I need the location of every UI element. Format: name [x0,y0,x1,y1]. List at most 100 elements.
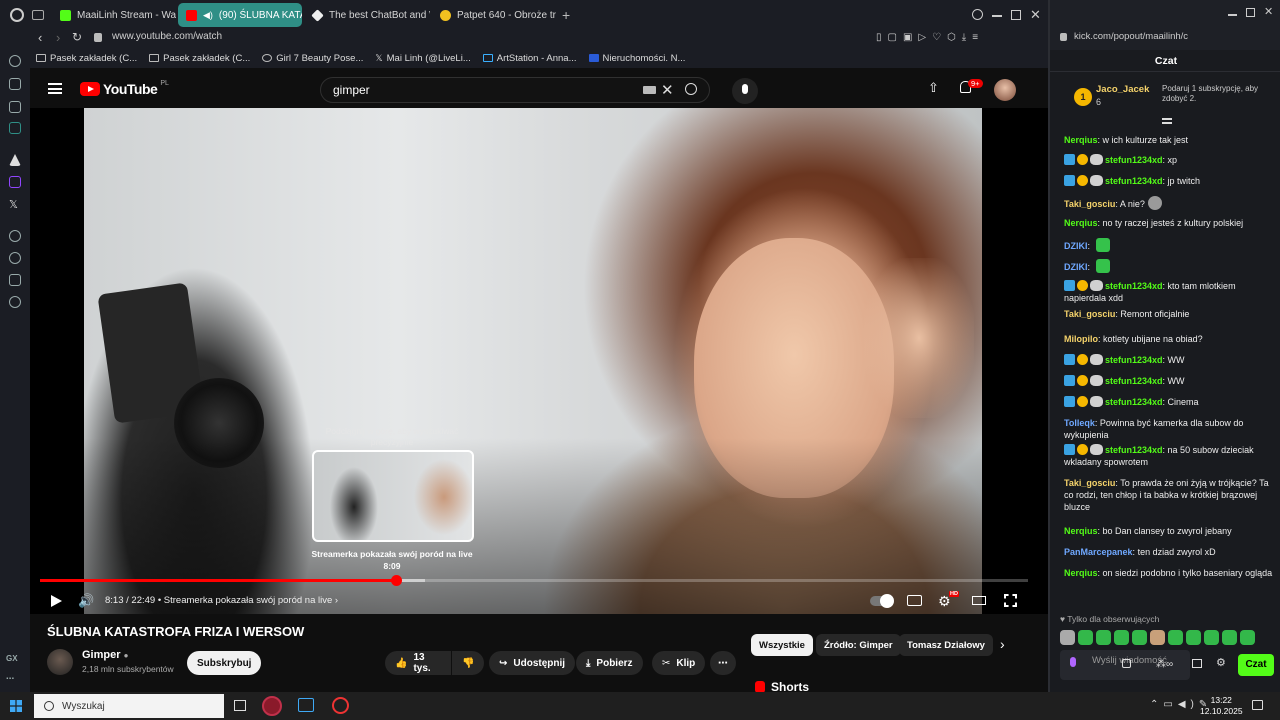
more-actions-button[interactable]: ⋯ [710,651,736,675]
search-button-icon[interactable] [685,83,697,95]
emote-9-icon[interactable] [1204,630,1219,645]
player-icon[interactable] [9,230,21,242]
chat-username[interactable]: stefun1234xd [1105,376,1163,386]
kick-url[interactable]: kick.com/popout/maailinh/c [1074,31,1188,42]
chip-tomasz[interactable]: Tomasz Działowy [899,634,993,656]
tab-chatbot[interactable]: The best ChatBot and W [304,3,430,27]
chapter-title[interactable]: Streamerka pokazała swój poród na live [164,595,332,606]
account-avatar[interactable] [994,79,1016,101]
chat-username[interactable]: DZIKI [1064,262,1088,272]
minimize-button[interactable] [992,15,1002,17]
chat-username[interactable]: Tolleqk [1064,418,1095,428]
chat-mic-icon[interactable] [1070,657,1076,667]
discord-icon[interactable] [9,101,21,113]
workspaces-icon[interactable] [32,10,44,20]
chat-username[interactable]: stefun1234xd [1105,176,1163,186]
voice-search-icon[interactable] [732,78,758,104]
x-sidebar-icon[interactable]: 𝕏 [9,198,21,211]
scrubber-handle[interactable] [390,575,402,586]
emote-5-icon[interactable] [1132,630,1147,645]
audio-playing-icon[interactable]: ◀) [203,10,213,21]
video-frame[interactable] [84,108,982,614]
chat-username[interactable]: stefun1234xd [1105,281,1163,291]
share-button[interactable]: ↪ Udostępnij [489,651,576,675]
settings-sidebar-icon[interactable] [9,296,21,308]
bookmark-nieruchomosci[interactable]: Nieruchomości. N... [588,53,685,64]
chips-next-icon[interactable]: › [1000,636,1005,652]
emote-3-icon[interactable] [1096,630,1111,645]
emoji-icon[interactable] [1122,659,1131,668]
gx-control-icon[interactable] [9,55,21,67]
emote-7-icon[interactable] [1168,630,1183,645]
download-button[interactable]: ⤓ Pobierz [576,651,643,675]
chat-username[interactable]: Nerqius [1064,568,1098,578]
theater-mode-icon[interactable] [972,596,986,605]
opera-gx-taskbar-icon[interactable] [332,697,349,714]
emote-11-icon[interactable] [1240,630,1255,645]
bookmark-artstation[interactable]: ArtStation - Anna... [482,53,577,64]
back-icon[interactable]: ‹ [38,30,42,45]
video-player[interactable]: Podciągnij w górę, aby wyszukiwać precyz… [30,108,1048,614]
windows-start-icon[interactable] [10,700,22,712]
taskbar-clock[interactable]: 13:22 12.10.2025 [1200,695,1243,717]
opera-gx-logo-icon[interactable] [10,8,24,22]
tab-youtube[interactable]: ◀) (90) ŚLUBNA KATAS [178,3,302,27]
bookmark-folder-1[interactable]: Pasek zakładek (C... [36,53,137,64]
maximize-button[interactable] [1011,10,1021,20]
reload-icon[interactable]: ↻ [72,30,82,44]
forward-icon[interactable]: › [56,30,60,45]
close-window-button[interactable]: ✕ [1030,7,1041,23]
more-sidebar-icon[interactable]: ⋯ [6,674,14,683]
bookmark-mai-linh[interactable]: 𝕏 Mai Linh (@LiveLi... [375,53,470,64]
chat-username[interactable]: stefun1234xd [1105,355,1163,365]
extensions-sidebar-icon[interactable] [9,274,21,286]
chat-username[interactable]: Taki_gosciu [1064,309,1115,319]
dislike-button[interactable]: 👎 [452,651,484,675]
bookmark-girl-beauty[interactable]: Girl 7 Beauty Pose... [262,53,363,64]
bookmark-folder-2[interactable]: Pasek zakładek (C... [149,53,250,64]
clear-search-icon[interactable]: ✕ [661,81,674,99]
chip-source-gimper[interactable]: Źródło: Gimper [816,634,901,656]
chat-username[interactable]: Taki_gosciu [1064,478,1115,488]
extensions-icons[interactable]: ▯▢▣▷♡⬡⤓≡ [876,32,984,43]
history-icon[interactable] [9,252,21,264]
like-button[interactable]: 👍 13 tys. [385,651,451,675]
chat-username[interactable]: Nerqius [1064,526,1098,536]
subscribe-button[interactable]: Subskrybuj [187,651,262,675]
search-tabs-icon[interactable] [972,9,983,20]
emote-6-icon[interactable] [1150,630,1165,645]
kick-maximize-button[interactable] [1246,8,1255,17]
gift-sub-prompt[interactable]: Podaruj 1 subskrypcję, aby zdobyć 2. [1162,84,1270,104]
fullscreen-icon[interactable] [1004,594,1017,607]
tab-kick-stream[interactable]: MaaiLinh Stream - Watch [52,3,176,27]
chat-username[interactable]: DZIKI [1064,241,1088,251]
upload-icon[interactable]: ⇧ [928,80,939,96]
channel-name[interactable]: Gimper ● [82,649,128,661]
new-tab-button[interactable]: + [562,7,570,23]
emote-picker-row[interactable] [1060,630,1255,646]
chat-username[interactable]: PanMarcepanek [1064,547,1133,557]
channel-avatar[interactable] [47,649,73,675]
chip-all[interactable]: Wszystkie [751,634,813,656]
excel-taskbar-icon[interactable] [298,698,314,712]
volume-icon[interactable]: 🔊 [78,593,94,609]
keyboard-icon[interactable] [643,86,656,94]
chat-settings-icon[interactable]: ⚙ [1216,656,1226,669]
progress-bar[interactable] [40,575,1028,586]
play-button[interactable] [48,593,64,609]
taskbar-search[interactable]: Wyszukaj [34,694,224,718]
menu-icon[interactable] [48,83,62,94]
chat-username[interactable]: Milopilo [1064,334,1098,344]
emote-8-icon[interactable] [1186,630,1201,645]
kick-close-button[interactable]: ✕ [1264,5,1273,18]
twitch-icon[interactable] [9,176,21,188]
emote-10-icon[interactable] [1222,630,1237,645]
chat-username[interactable]: Nerqius [1064,135,1098,145]
send-chat-button[interactable]: Czat [1238,654,1274,676]
messenger-icon[interactable] [9,122,21,134]
gx-label[interactable]: GX [6,654,18,663]
subtitles-icon[interactable] [907,595,922,606]
chat-username[interactable]: Taki_gosciu [1064,199,1115,209]
aria-icon[interactable] [9,154,21,166]
emote-2-icon[interactable] [1078,630,1093,645]
